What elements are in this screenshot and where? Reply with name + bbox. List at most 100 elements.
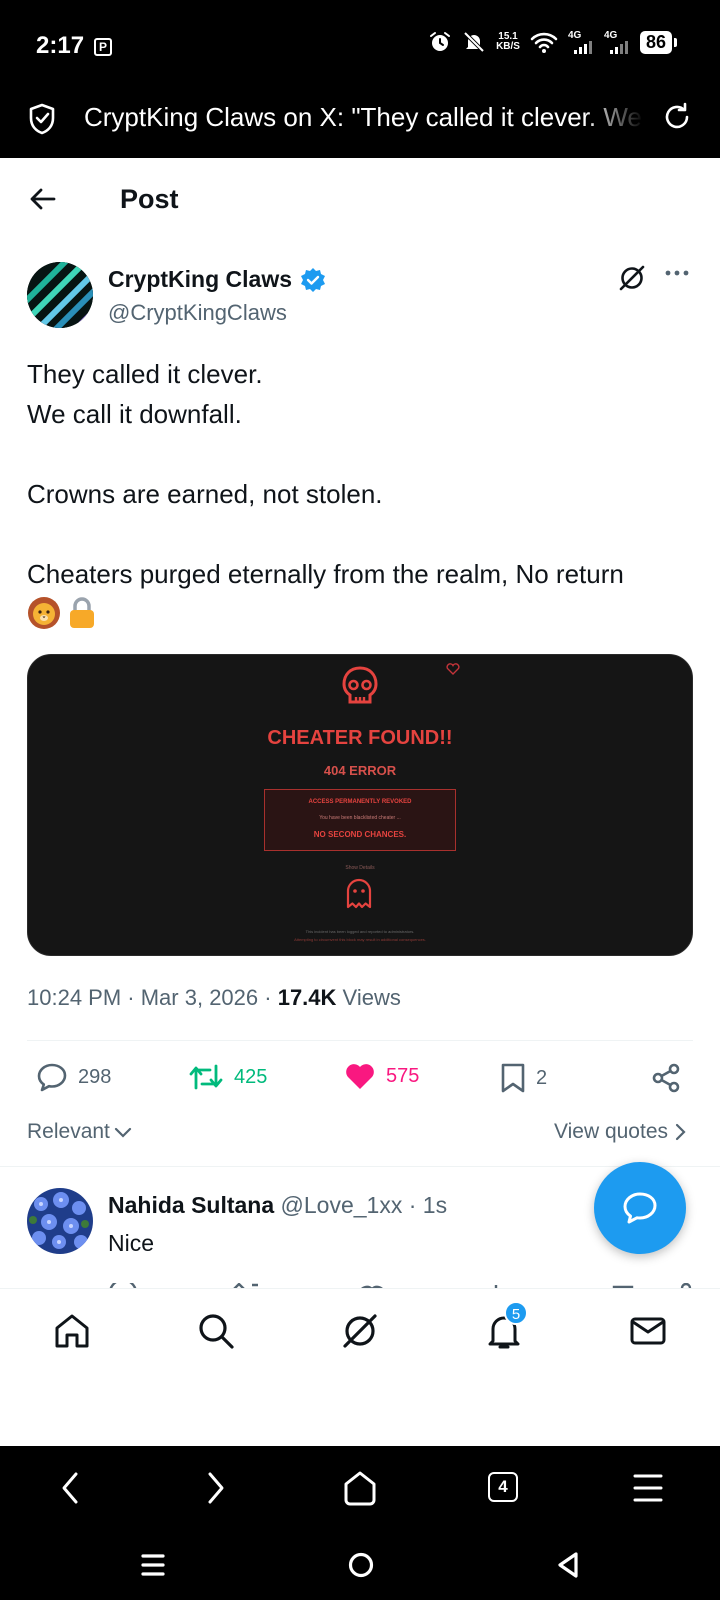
author-avatar[interactable] [27,262,93,328]
network-speed: 15.1 KB/S [496,31,520,52]
browser-title-bar: CryptKing Claws on X: "They called it cl… [0,92,720,158]
back-triangle-icon[interactable] [554,1550,582,1580]
page-title: Post [120,184,179,214]
status-bar: 2:17 P 15.1 KB/S 4G 4G 86 [0,0,720,92]
tweet-line [27,434,697,474]
bookmark-icon [501,1063,525,1093]
like-button[interactable]: 575 [344,1062,419,1090]
bookmark-button[interactable]: 2 [500,1062,547,1094]
media-warning-message: You have been blacklisted cheater ... [319,815,401,821]
sort-label: Relevant [27,1120,110,1143]
ghost-icon [346,878,372,909]
search-icon [199,1314,234,1349]
post-header: Post [0,158,720,242]
mute-bell-icon [463,31,485,53]
browser-forward-icon[interactable] [202,1468,228,1508]
browser-toolbar: 4 [0,1446,720,1530]
reply-text: Nice [108,1230,155,1256]
tweet-emojis [27,596,97,630]
back-arrow-icon[interactable] [28,184,58,214]
media-footer-note: This incident has been logged and report… [305,929,415,934]
share-button[interactable] [650,1062,682,1094]
author-name-text[interactable]: CryptKing Claws [108,266,292,293]
repost-count: 425 [234,1065,268,1088]
shield-check-icon[interactable] [26,102,58,136]
grok-icon[interactable] [618,264,646,292]
author-handle[interactable]: @CryptKingClaws [108,300,287,326]
chevron-down-icon [114,1127,131,1138]
lion-emoji-icon [28,597,60,629]
author-name[interactable]: CryptKing Claws [108,266,326,293]
divider [27,1040,693,1041]
media-warning-heading: ACCESS PERMANENTLY REVOKED [308,799,412,805]
reply-author-name[interactable]: Nahida Sultana [108,1192,274,1218]
tweet-line [27,514,697,554]
reply-button[interactable]: 298 [36,1062,111,1092]
like-count: 575 [386,1064,420,1087]
media-warning-box: ACCESS PERMANENTLY REVOKED You have been… [264,789,456,851]
home-circle-icon[interactable] [346,1550,376,1580]
tweet-date: Mar 3, 2026 [140,985,259,1010]
repost-button[interactable]: 425 [188,1062,267,1092]
view-quotes-label: View quotes [553,1120,668,1143]
reply-count: 298 [78,1065,112,1088]
tweet-time: 10:24 PM [27,985,122,1010]
heart-filled-icon [346,1064,374,1089]
tab-search[interactable] [196,1311,236,1356]
reply-time: · 1s [408,1192,448,1218]
browser-page-title[interactable]: CryptKing Claws on X: "They called it cl… [84,102,644,133]
wifi-icon [530,32,558,53]
chat-bubble-icon [623,1192,657,1224]
media-show-details: Show Details [345,865,375,871]
reload-icon[interactable] [660,100,694,134]
views-label: Views [342,985,401,1010]
bottom-tab-bar: 5 [0,1288,720,1448]
verified-badge-icon [301,267,326,292]
home-icon [55,1314,89,1348]
media-subtitle: 404 ERROR [323,763,397,778]
bookmark-count: 2 [536,1066,548,1089]
tweet-media-image[interactable]: CHEATER FOUND!! 404 ERROR ACCESS PERMANE… [27,654,693,956]
tab-switcher-button[interactable]: 4 [488,1472,518,1502]
browser-home-icon[interactable] [342,1468,378,1508]
tweet-line: Cheaters purged eternally from the realm… [27,559,624,589]
tab-grok[interactable] [340,1311,380,1356]
view-quotes-link[interactable]: View quotes [554,1120,686,1144]
notification-badge: 5 [504,1301,528,1325]
recent-apps-icon[interactable] [140,1550,166,1580]
chevron-right-icon [675,1123,686,1141]
media-title: CHEATER FOUND!! [267,727,453,749]
sort-replies-dropdown[interactable]: Relevant [27,1120,132,1144]
compose-reply-button[interactable] [594,1162,686,1254]
share-icon [652,1063,680,1093]
small-heart-icon [446,663,460,675]
cell-signal-1: 4G [568,30,594,54]
lock-emoji-icon [70,597,94,628]
status-time: 2:17 [36,32,85,59]
media-footer-warning: Attempting to circumvent this block may … [294,937,426,942]
cell-signal-2: 4G [604,30,630,54]
status-indicators: 15.1 KB/S 4G 4G 86 [428,30,678,54]
system-navigation-bar [0,1530,720,1600]
browser-back-icon[interactable] [58,1468,84,1508]
reply-avatar[interactable] [27,1188,93,1254]
browser-menu-icon[interactable] [632,1468,664,1508]
tweet-actions: 298 425 575 2 [0,1062,720,1102]
parking-notification-icon: P [94,38,112,56]
grok-icon [343,1314,377,1348]
tab-notifications[interactable]: 5 [484,1301,528,1356]
tab-messages[interactable] [628,1311,668,1356]
tweet-line: They called it clever. [27,359,263,389]
tweet-text: They called it clever. We call it downfa… [27,354,697,594]
skull-icon [342,666,378,704]
view-count: 17.4K [277,985,337,1010]
media-warning-footer: NO SECOND CHANCES. [313,830,407,839]
battery-indicator: 86 [639,30,678,54]
tweet-line: Crowns are earned, not stolen. [27,479,383,509]
alarm-icon [430,32,451,51]
more-options-icon[interactable] [664,268,690,278]
reply-icon [37,1063,67,1092]
tab-home[interactable] [52,1311,92,1356]
divider [0,1166,720,1167]
reply-author-handle[interactable]: @Love_1xx [281,1192,403,1218]
